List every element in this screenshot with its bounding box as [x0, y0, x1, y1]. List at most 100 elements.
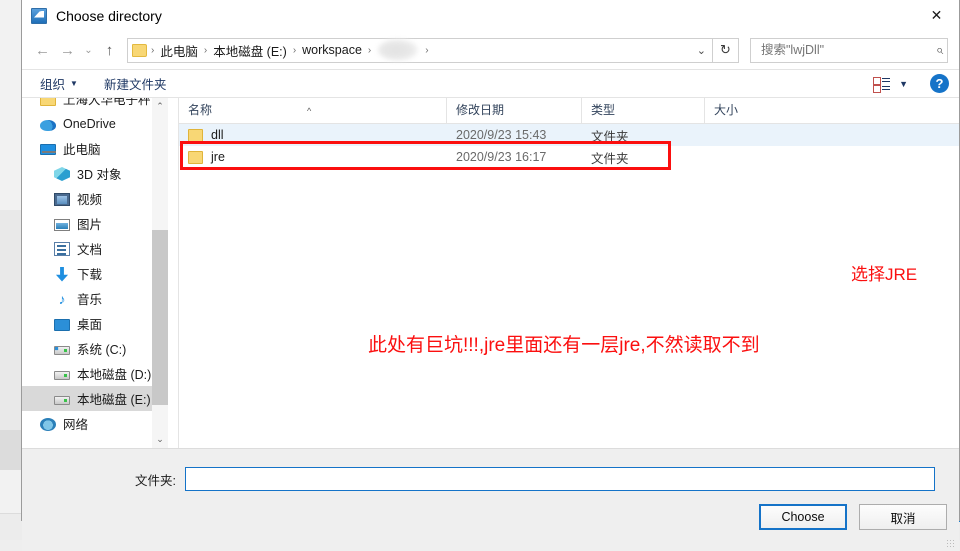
nav-item-12[interactable]: 本地磁盘 (E:): [22, 386, 163, 411]
nav-item-5[interactable]: 图片: [22, 211, 163, 236]
address-bar: ← → ⌄ ↑ › 此电脑 › 本地磁盘 (E:) › workspace › …: [22, 31, 959, 69]
scrollbar-thumb[interactable]: [152, 230, 168, 405]
column-header-name[interactable]: 名称 ^: [179, 98, 447, 123]
table-row[interactable]: dll 2020/9/23 15:43 文件夹: [179, 124, 959, 146]
folder-input[interactable]: [185, 467, 935, 491]
music-icon: ♪: [58, 290, 66, 307]
nav-item-9[interactable]: 桌面: [22, 311, 163, 336]
nav-item-label: 视频: [77, 193, 103, 207]
breadcrumb-item-1[interactable]: 本地磁盘 (E:): [209, 41, 291, 60]
back-icon[interactable]: ←: [30, 37, 55, 63]
breadcrumb[interactable]: › 此电脑 › 本地磁盘 (E:) › workspace › › ⌄: [127, 37, 713, 63]
folder-field-row: 文件夹:: [22, 467, 959, 491]
breadcrumb-item-2[interactable]: workspace: [298, 43, 366, 57]
nav-item-4[interactable]: 视频: [22, 186, 163, 211]
nav-item-3[interactable]: 3D 对象: [22, 161, 163, 186]
column-header-size[interactable]: 大小: [705, 98, 790, 123]
background-window-band-secondary: [0, 430, 23, 470]
resize-grip[interactable]: [946, 539, 956, 549]
search-icon: ⌕: [935, 42, 943, 57]
title-bar: Choose directory ✕: [22, 0, 959, 31]
table-row[interactable]: jre 2020/9/23 16:17 文件夹: [179, 146, 959, 168]
organize-button[interactable]: 组织 ▼: [40, 74, 78, 93]
choose-button[interactable]: Choose: [759, 504, 847, 530]
toolbar-right-group: ▼ ?: [873, 74, 949, 93]
pictures-icon: [54, 218, 70, 231]
nav-item-label: 音乐: [77, 293, 103, 307]
close-icon[interactable]: ✕: [914, 0, 959, 30]
nav-item-6[interactable]: 文档: [22, 236, 163, 261]
folder-field-label: 文件夹:: [135, 473, 176, 488]
file-date-cell: 2020/9/23 16:17: [456, 150, 547, 164]
refresh-icon[interactable]: ↻: [713, 37, 739, 63]
breadcrumb-item-redacted[interactable]: [378, 39, 419, 61]
dialog-body: 上海大华电子秤 OneDrive 此电脑 3D 对象视频图片文档下载 ♪ 音乐桌面系统 (…: [22, 98, 959, 448]
chevron-down-icon[interactable]: ⌄: [152, 431, 168, 448]
chevron-up-icon[interactable]: ⌃: [152, 98, 168, 115]
nav-item-7[interactable]: 下载: [22, 261, 163, 286]
nav-item-label: 3D 对象: [77, 168, 122, 182]
nav-item-label: 此电脑: [63, 143, 101, 157]
app-window-icon: [31, 7, 47, 24]
column-header-date[interactable]: 修改日期: [447, 98, 582, 123]
file-name-cell: dll: [179, 128, 447, 142]
organize-label: 组织: [40, 78, 66, 92]
navigation-list: 上海大华电子秤 OneDrive 此电脑 3D 对象视频图片文档下载 ♪ 音乐桌面系统 (…: [22, 98, 163, 436]
breadcrumb-separator: ›: [203, 44, 208, 56]
nav-item-label: 上海大华电子秤: [63, 98, 151, 107]
toolbar: 组织 ▼ 新建文件夹 ▼ ?: [22, 69, 959, 98]
chevron-down-icon[interactable]: ⌄: [697, 44, 706, 57]
cancel-button[interactable]: 取消: [859, 504, 947, 530]
file-date-cell: 2020/9/23 15:43: [456, 128, 547, 142]
breadcrumb-separator: ›: [292, 44, 297, 56]
file-type-cell: 文件夹: [591, 151, 629, 166]
folder-icon: [188, 150, 203, 164]
window-title: Choose directory: [56, 7, 162, 24]
recent-locations-icon[interactable]: ⌄: [80, 37, 97, 63]
navigation-scrollbar[interactable]: ⌃ ⌄: [152, 98, 168, 448]
column-header-type[interactable]: 类型: [582, 98, 705, 123]
nav-item-13[interactable]: 网络: [22, 411, 163, 436]
breadcrumb-separator: ›: [367, 44, 372, 56]
search-input[interactable]: [759, 42, 936, 58]
file-type-cell: 文件夹: [591, 129, 629, 144]
nav-item-11[interactable]: 本地磁盘 (D:): [22, 361, 163, 386]
nav-item-1[interactable]: OneDrive: [22, 111, 163, 136]
search-box[interactable]: ⌕: [750, 37, 948, 63]
documents-icon: [54, 242, 70, 256]
nav-item-label: 文档: [77, 243, 103, 257]
file-name-label: jre: [211, 150, 225, 164]
nav-item-10[interactable]: 系统 (C:): [22, 336, 163, 361]
folder-icon: [132, 43, 147, 57]
up-icon[interactable]: ↑: [97, 37, 122, 63]
annotation-label-select-jre: 选择JRE: [851, 265, 918, 284]
network-icon: [40, 418, 56, 431]
system-drive-icon: [54, 346, 70, 355]
column-header-name-label: 名称: [188, 103, 213, 117]
dialog-button-row: Choose 取消: [759, 504, 947, 530]
annotation-note-warning: 此处有巨坑!!!,jre里面还有一层jre,不然读取不到: [368, 335, 760, 356]
nav-item-2[interactable]: 此电脑: [22, 136, 163, 161]
nav-item-label: 下载: [77, 268, 103, 282]
forward-icon[interactable]: →: [55, 37, 80, 63]
chevron-down-icon[interactable]: ▼: [899, 79, 908, 89]
nav-item-label: 本地磁盘 (E:): [77, 393, 151, 407]
nav-item-0[interactable]: 上海大华电子秤: [22, 98, 163, 111]
nav-item-label: 系统 (C:): [77, 343, 127, 357]
view-options-icon[interactable]: [873, 76, 891, 93]
nav-item-label: OneDrive: [63, 116, 116, 131]
file-name-cell: jre: [179, 150, 447, 164]
breadcrumb-separator: ›: [425, 44, 429, 56]
dialog-footer: 文件夹: Choose 取消: [22, 448, 959, 551]
breadcrumb-separator: ›: [151, 44, 155, 56]
file-list: dll 2020/9/23 15:43 文件夹 jre 2020/9/23 16:17 文…: [179, 124, 959, 168]
background-window-band: [0, 210, 23, 430]
desktop-icon: [54, 318, 70, 331]
nav-item-label: 网络: [63, 418, 89, 432]
file-name-label: dll: [211, 128, 224, 142]
nav-item-8[interactable]: ♪ 音乐: [22, 286, 163, 311]
breadcrumb-item-0[interactable]: 此电脑: [156, 41, 202, 60]
new-folder-button[interactable]: 新建文件夹: [104, 74, 167, 93]
help-icon[interactable]: ?: [930, 74, 949, 93]
drive-icon: [54, 396, 70, 405]
